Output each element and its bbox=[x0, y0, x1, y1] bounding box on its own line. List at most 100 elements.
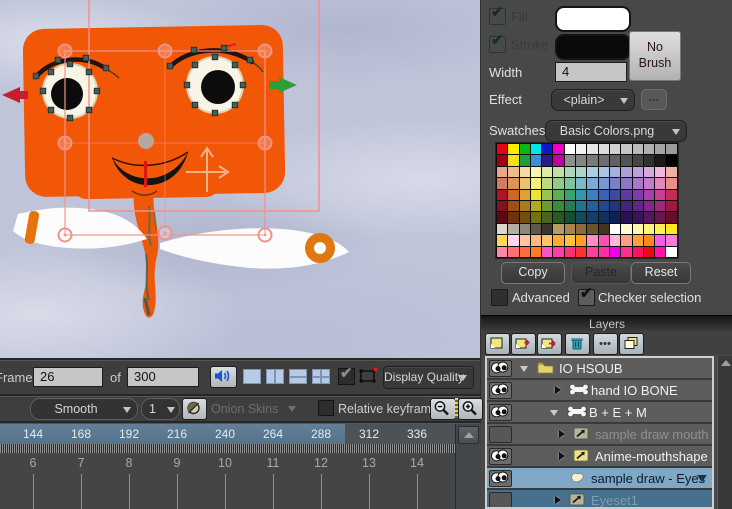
palette-swatch[interactable] bbox=[633, 144, 643, 154]
palette-swatch[interactable] bbox=[497, 201, 507, 211]
palette-swatch[interactable] bbox=[520, 224, 530, 234]
step-dropdown[interactable]: 1 bbox=[141, 398, 180, 420]
palette-swatch[interactable] bbox=[599, 178, 609, 188]
palette-swatch[interactable] bbox=[553, 190, 563, 200]
palette-swatch[interactable] bbox=[655, 178, 665, 188]
palette-swatch[interactable] bbox=[565, 224, 575, 234]
view-split-horizontal-button[interactable] bbox=[288, 368, 308, 385]
paste-button[interactable]: Paste bbox=[571, 262, 631, 284]
more-options-button[interactable] bbox=[593, 333, 618, 355]
palette-swatch[interactable] bbox=[553, 224, 563, 234]
zoom-in-button[interactable] bbox=[458, 398, 483, 420]
palette-swatch[interactable] bbox=[666, 235, 676, 245]
palette-swatch[interactable] bbox=[666, 178, 676, 188]
palette-swatch[interactable] bbox=[565, 201, 575, 211]
display-quality-dropdown[interactable]: Display Quality bbox=[383, 366, 474, 389]
palette-swatch[interactable] bbox=[508, 155, 518, 165]
palette-swatch[interactable] bbox=[644, 247, 654, 257]
palette-swatch[interactable] bbox=[599, 167, 609, 177]
palette-swatch[interactable] bbox=[576, 155, 586, 165]
layer-options-icon[interactable] bbox=[697, 475, 707, 482]
collapse-arrow-icon[interactable] bbox=[550, 410, 558, 416]
palette-swatch[interactable] bbox=[565, 235, 575, 245]
palette-swatch[interactable] bbox=[565, 212, 575, 222]
view-quad-button[interactable] bbox=[311, 368, 331, 385]
fill-checkbox[interactable]: ✔ bbox=[489, 8, 506, 25]
palette-swatch[interactable] bbox=[542, 224, 552, 234]
palette-swatch[interactable] bbox=[587, 155, 597, 165]
palette-swatch[interactable] bbox=[531, 247, 541, 257]
palette-swatch[interactable] bbox=[531, 201, 541, 211]
view-split-vertical-button[interactable] bbox=[265, 368, 285, 385]
new-layer-add-button[interactable] bbox=[511, 333, 536, 355]
palette-swatch[interactable] bbox=[599, 212, 609, 222]
palette-swatch[interactable] bbox=[565, 167, 575, 177]
timeline-scrollbar[interactable] bbox=[455, 424, 481, 509]
palette-swatch[interactable] bbox=[497, 144, 507, 154]
palette-swatch[interactable] bbox=[520, 155, 530, 165]
palette-swatch[interactable] bbox=[644, 201, 654, 211]
palette-swatch[interactable] bbox=[542, 235, 552, 245]
layer-row[interactable]: Anime-mouthshape bbox=[487, 446, 712, 466]
palette-swatch[interactable] bbox=[497, 235, 507, 245]
palette-swatch[interactable] bbox=[531, 144, 541, 154]
palette-swatch[interactable] bbox=[610, 167, 620, 177]
palette-swatch[interactable] bbox=[497, 155, 507, 165]
canvas-viewport[interactable] bbox=[0, 0, 480, 358]
stroke-checkbox[interactable]: ✔ bbox=[489, 36, 506, 53]
layer-reference-button[interactable] bbox=[537, 333, 562, 355]
palette-swatch[interactable] bbox=[497, 212, 507, 222]
palette-swatch[interactable] bbox=[599, 144, 609, 154]
palette-swatch[interactable] bbox=[520, 247, 530, 257]
visibility-eye-icon[interactable] bbox=[489, 382, 512, 399]
checker-selection-checkbox[interactable]: ✔ bbox=[578, 289, 595, 306]
palette-swatch[interactable] bbox=[587, 212, 597, 222]
palette-swatch[interactable] bbox=[633, 155, 643, 165]
palette-swatch[interactable] bbox=[520, 167, 530, 177]
frame-ruler[interactable]: 144168192216240264288312336 bbox=[0, 424, 455, 444]
palette-swatch[interactable] bbox=[576, 247, 586, 257]
palette-swatch[interactable] bbox=[621, 178, 631, 188]
palette-swatch[interactable] bbox=[621, 190, 631, 200]
palette-swatch[interactable] bbox=[531, 155, 541, 165]
visibility-eye-icon[interactable] bbox=[489, 360, 512, 377]
relative-keyframing-checkbox[interactable] bbox=[318, 400, 334, 416]
palette-swatch[interactable] bbox=[655, 224, 665, 234]
palette-swatch[interactable] bbox=[553, 167, 563, 177]
palette-swatch[interactable] bbox=[610, 224, 620, 234]
stereo-checkbox[interactable]: ✔ bbox=[338, 368, 355, 385]
palette-swatch[interactable] bbox=[621, 201, 631, 211]
palette-swatch[interactable] bbox=[633, 212, 643, 222]
new-layer-button[interactable] bbox=[485, 333, 510, 355]
palette-swatch[interactable] bbox=[508, 235, 518, 245]
frame-input[interactable]: 26 bbox=[33, 367, 103, 387]
palette-swatch[interactable] bbox=[542, 155, 552, 165]
palette-swatch[interactable] bbox=[621, 235, 631, 245]
interpolation-dropdown[interactable]: Smooth bbox=[30, 398, 138, 420]
palette-swatch[interactable] bbox=[542, 247, 552, 257]
palette-swatch[interactable] bbox=[553, 212, 563, 222]
layer-row[interactable]: sample draw mouth bbox=[487, 424, 712, 444]
palette-swatch[interactable] bbox=[508, 247, 518, 257]
palette-swatch[interactable] bbox=[531, 190, 541, 200]
swatches-dropdown[interactable]: Basic Colors.png bbox=[545, 120, 687, 142]
palette-swatch[interactable] bbox=[655, 201, 665, 211]
palette-swatch[interactable] bbox=[644, 144, 654, 154]
collapse-arrow-icon[interactable] bbox=[520, 366, 528, 372]
palette-swatch[interactable] bbox=[633, 190, 643, 200]
palette-swatch[interactable] bbox=[508, 190, 518, 200]
visibility-eye-icon[interactable] bbox=[489, 404, 512, 421]
palette-swatch[interactable] bbox=[576, 167, 586, 177]
palette-swatch[interactable] bbox=[587, 167, 597, 177]
palette-swatch[interactable] bbox=[599, 235, 609, 245]
palette-swatch[interactable] bbox=[542, 190, 552, 200]
expand-arrow-icon[interactable] bbox=[559, 452, 565, 460]
palette-swatch[interactable] bbox=[576, 224, 586, 234]
palette-swatch[interactable] bbox=[587, 144, 597, 154]
layer-row[interactable]: hand IO BONE bbox=[487, 380, 712, 400]
palette-swatch[interactable] bbox=[666, 247, 676, 257]
palette-swatch[interactable] bbox=[621, 144, 631, 154]
palette-swatch[interactable] bbox=[531, 167, 541, 177]
palette-swatch[interactable] bbox=[633, 235, 643, 245]
total-frames-input[interactable]: 300 bbox=[127, 367, 199, 387]
